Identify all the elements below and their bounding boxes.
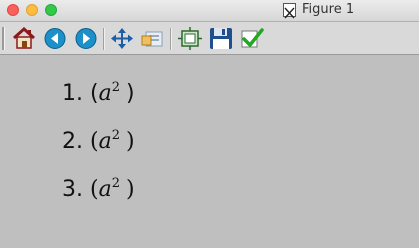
back-button[interactable] xyxy=(42,26,68,51)
item-number: 1. xyxy=(62,81,83,106)
zoom-window-button[interactable] xyxy=(45,4,57,16)
save-button[interactable] xyxy=(208,26,234,51)
close-paren: ) xyxy=(126,81,135,106)
checkmark-icon xyxy=(241,28,264,48)
x11-app-icon xyxy=(283,3,296,19)
close-paren: ) xyxy=(126,177,135,202)
figure-canvas[interactable]: 1. (a2) 2. (a2) 3. (a2) xyxy=(0,56,419,248)
move-arrows-icon xyxy=(111,28,133,49)
close-paren: ) xyxy=(126,129,135,154)
edit-button[interactable] xyxy=(239,26,265,51)
title-bar: Figure 1 xyxy=(0,0,419,22)
math-base: a2 xyxy=(98,176,120,202)
home-button[interactable] xyxy=(11,26,37,51)
list-item: 3. (a2) xyxy=(62,176,135,202)
item-number: 3. xyxy=(62,177,83,202)
math-exponent: 2 xyxy=(111,80,120,95)
math-base: a2 xyxy=(98,128,120,154)
toolbar-grip[interactable] xyxy=(2,27,5,50)
math-exponent: 2 xyxy=(111,176,120,191)
zoom-rect-icon xyxy=(141,31,163,47)
toolbar-separator xyxy=(170,28,172,50)
open-paren: ( xyxy=(90,129,99,154)
math-base: a2 xyxy=(98,80,120,106)
forward-button[interactable] xyxy=(73,26,99,51)
back-arrow-icon xyxy=(44,28,66,49)
forward-arrow-icon xyxy=(75,28,97,49)
window-title: Figure 1 xyxy=(302,2,355,17)
minimize-window-button[interactable] xyxy=(26,4,38,16)
zoom-button[interactable] xyxy=(140,26,166,51)
open-paren: ( xyxy=(90,177,99,202)
toolbar-separator xyxy=(103,28,105,50)
list-item: 1. (a2) xyxy=(62,80,135,106)
math-exponent: 2 xyxy=(111,128,120,143)
open-paren: ( xyxy=(90,81,99,106)
list-item: 2. (a2) xyxy=(62,128,135,154)
floppy-disk-icon xyxy=(210,28,232,49)
subplots-button[interactable] xyxy=(177,26,203,51)
close-window-button[interactable] xyxy=(7,4,19,16)
configure-subplots-icon xyxy=(178,27,202,50)
pan-button[interactable] xyxy=(109,26,135,51)
toolbar xyxy=(0,22,419,55)
home-icon xyxy=(12,26,36,49)
item-number: 2. xyxy=(62,129,83,154)
